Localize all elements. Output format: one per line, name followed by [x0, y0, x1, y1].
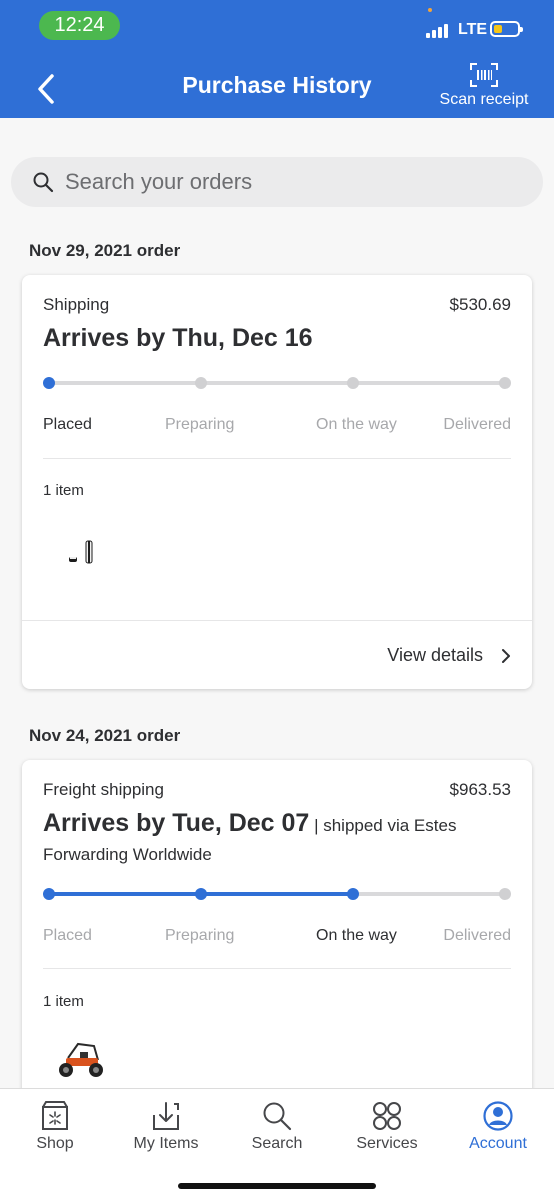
search-input[interactable]	[65, 169, 515, 195]
view-details-label: View details	[387, 645, 483, 665]
status-time: 12:24	[39, 11, 120, 40]
network-label: LTE	[458, 21, 488, 38]
tab-account-label: Account	[469, 1135, 527, 1152]
view-details-link[interactable]: View details	[387, 645, 511, 666]
divider	[43, 968, 511, 969]
battery-icon	[490, 21, 523, 37]
search-bar[interactable]	[11, 157, 543, 207]
product-thumbnail[interactable]	[66, 537, 98, 567]
arrival-date: Arrives by Thu, Dec 16	[43, 324, 313, 353]
shipping-type: Shipping	[43, 295, 110, 314]
order-card[interactable]: Freight shipping $963.53 Arrives by Tue,…	[22, 760, 532, 1120]
app-header: 12:24 LTE Purchase History Scan receipt	[0, 0, 554, 118]
progress-step-dot	[43, 888, 55, 900]
carrier-info-line2: Forwarding Worldwide	[43, 845, 212, 864]
tab-my-items-label: My Items	[133, 1135, 199, 1152]
progress-track	[43, 888, 511, 900]
arrival-date: Arrives by Tue, Dec 07 | shipped via Est…	[43, 809, 456, 838]
step-label-on-the-way: On the way	[316, 416, 397, 433]
step-label-placed: Placed	[43, 416, 92, 433]
progress-step-dot	[499, 888, 511, 900]
search-icon	[33, 172, 54, 193]
progress-step-dot	[194, 888, 207, 900]
order-total: $963.53	[449, 780, 511, 799]
tab-search-label: Search	[251, 1135, 303, 1152]
progress-step-dot	[194, 377, 207, 389]
order-date: Nov 24, 2021 order	[29, 726, 181, 745]
progress-track	[43, 377, 511, 389]
items-count: 1 item	[43, 993, 84, 1010]
tab-services[interactable]: Services	[337, 1101, 437, 1153]
tab-shop-label: Shop	[36, 1135, 74, 1152]
privacy-indicator	[428, 8, 432, 12]
tab-account[interactable]: Account	[448, 1101, 548, 1153]
barcode-scan-icon	[470, 63, 498, 87]
step-label-preparing: Preparing	[165, 416, 235, 433]
carrier-info: | shipped via Estes	[309, 816, 457, 835]
scan-receipt-label: Scan receipt	[439, 91, 529, 108]
progress-step-dot	[347, 377, 359, 389]
tab-shop[interactable]: Shop	[5, 1101, 105, 1153]
search-icon	[263, 1102, 292, 1131]
account-icon	[483, 1101, 513, 1131]
step-label-delivered: Delivered	[443, 927, 511, 944]
tab-search[interactable]: Search	[227, 1101, 327, 1153]
shop-icon	[42, 1101, 68, 1130]
my-items-icon	[153, 1102, 179, 1130]
arrival-date-text: Arrives by Thu, Dec 16	[43, 324, 313, 352]
step-label-preparing: Preparing	[165, 927, 235, 944]
product-thumbnail[interactable]	[54, 1036, 108, 1082]
items-count: 1 item	[43, 482, 84, 499]
shipping-type: Freight shipping	[43, 780, 164, 799]
home-indicator	[178, 1183, 376, 1189]
tab-services-label: Services	[356, 1135, 418, 1152]
chevron-right-icon	[502, 648, 510, 663]
signal-icon	[426, 22, 452, 38]
progress-step-dot	[499, 377, 511, 389]
step-label-delivered: Delivered	[443, 416, 511, 433]
step-label-on-the-way: On the way	[316, 927, 397, 944]
scan-receipt-button[interactable]: Scan receipt	[436, 62, 532, 114]
arrival-date-text: Arrives by Tue, Dec 07	[43, 809, 310, 837]
progress-step-dot	[43, 377, 55, 389]
divider	[43, 458, 511, 459]
step-label-placed: Placed	[43, 927, 92, 944]
order-date: Nov 29, 2021 order	[29, 241, 181, 260]
services-icon	[373, 1102, 401, 1130]
order-card[interactable]: Shipping $530.69 Arrives by Thu, Dec 16 …	[22, 275, 532, 689]
progress-step-dot	[347, 888, 359, 900]
order-total: $530.69	[449, 295, 511, 314]
tab-my-items[interactable]: My Items	[116, 1101, 216, 1153]
divider	[22, 620, 532, 621]
